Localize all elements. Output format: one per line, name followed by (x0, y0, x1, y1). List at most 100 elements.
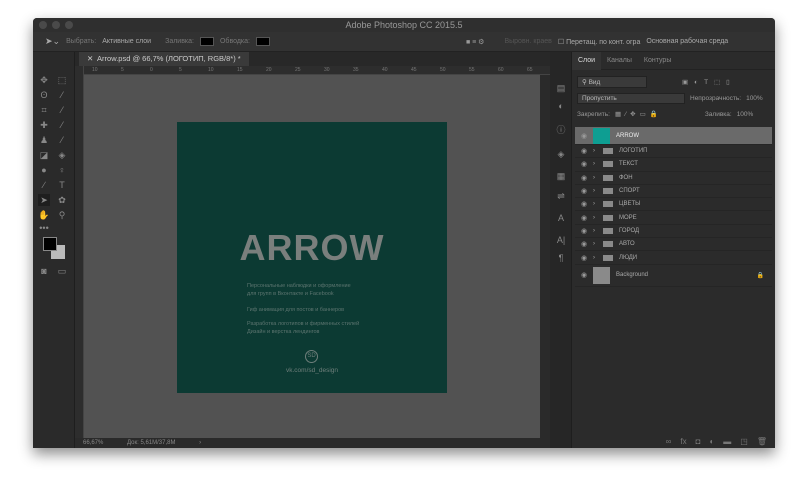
layer-group[interactable]: ◉ › АВТО (575, 238, 772, 252)
opacity-value[interactable]: 100% (746, 95, 763, 102)
layers-icon[interactable]: ◈ (555, 148, 567, 160)
layer-arrow[interactable]: ◉ ARROW (575, 127, 772, 145)
stamp-icon[interactable]: ♟ (38, 134, 50, 146)
select-dropdown[interactable]: Активные слои (102, 38, 151, 45)
history-brush-icon[interactable]: ⁄ (56, 134, 68, 146)
minimize-button[interactable] (52, 21, 60, 29)
eye-icon[interactable]: ◉ (575, 160, 593, 168)
shape-icon[interactable]: ✿ (56, 194, 68, 206)
layer-group[interactable]: ◉ › СПОРТ (575, 185, 772, 199)
expand-icon[interactable]: › (593, 201, 595, 207)
dodge-icon[interactable]: ♀ (56, 164, 68, 176)
expand-icon[interactable]: › (593, 188, 595, 194)
path-ops-icon[interactable]: ■ ≡ ⚙ (466, 38, 484, 46)
move-tool-icon[interactable]: ➤⌄ (45, 36, 60, 47)
pen-icon[interactable]: ∕ (38, 179, 50, 191)
expand-icon[interactable]: › (593, 241, 595, 247)
expand-icon[interactable]: › (593, 215, 595, 221)
zoom-button[interactable] (65, 21, 73, 29)
zoom-level[interactable]: 66,67% (83, 440, 103, 446)
magic-wand-icon[interactable]: ⁄ (56, 89, 68, 101)
fill-value[interactable]: 100% (737, 111, 754, 118)
expand-icon[interactable]: › (593, 255, 595, 261)
stroke-swatch[interactable] (255, 37, 270, 46)
hand-icon[interactable]: ✋ (38, 209, 50, 221)
drag-checkbox[interactable]: ☐ Перетащ. по конт. огра (558, 38, 640, 46)
blend-mode-select[interactable]: Пропустить (577, 92, 685, 104)
properties-icon[interactable]: ⇌ (555, 190, 567, 202)
eye-icon[interactable]: ◉ (575, 187, 593, 195)
layer-group[interactable]: ◉ › ЛЮДИ (575, 251, 772, 265)
eraser-icon[interactable]: ◪ (38, 149, 50, 161)
eye-icon[interactable]: ◉ (575, 214, 593, 222)
lock-icons[interactable]: ▦∕✥▭🔒 (615, 110, 662, 118)
layer-group[interactable]: ◉ › МОРЕ (575, 211, 772, 225)
zoom-icon[interactable]: ⚲ (56, 209, 68, 221)
layer-group[interactable]: ◉ › ЛОГОТИП (575, 145, 772, 159)
expand-icon[interactable]: › (593, 228, 595, 234)
history-icon[interactable]: ▤ (555, 82, 567, 94)
layer-group[interactable]: ◉ › ТЕКСТ (575, 158, 772, 172)
eye-icon[interactable]: ◉ (575, 227, 593, 235)
character-icon[interactable]: A (555, 212, 567, 224)
expand-icon[interactable]: › (593, 148, 595, 154)
eye-icon[interactable]: ◉ (575, 174, 593, 182)
mask-icon[interactable]: ◘ (696, 437, 701, 446)
paragraph-icon[interactable]: A| (555, 234, 567, 246)
align-edges-label[interactable]: Выровн. краев (504, 38, 551, 45)
fill-swatch[interactable] (199, 37, 214, 46)
eye-icon[interactable]: ◉ (575, 254, 593, 262)
layer-background[interactable]: ◉ Background 🔒 (575, 265, 772, 287)
info-icon[interactable]: ⓘ (555, 124, 567, 136)
filter-icons[interactable]: ▣◐T⬚▯ (682, 78, 736, 86)
marquee-icon[interactable]: ⬚ (56, 74, 68, 86)
brush-icon[interactable]: ⁄ (56, 119, 68, 131)
eye-icon[interactable]: ◉ (575, 240, 593, 248)
trash-icon[interactable]: 🗑 (757, 437, 767, 446)
bucket-icon[interactable]: ◈ (56, 149, 68, 161)
tab-layers[interactable]: Слои (572, 51, 602, 70)
new-layer-icon[interactable]: ◳ (740, 437, 748, 446)
adjustment-icon[interactable]: ◐ (709, 437, 714, 446)
foreground-color[interactable] (43, 237, 57, 251)
status-arrow-icon[interactable]: › (199, 440, 201, 446)
more-tools-icon[interactable]: ••• (38, 222, 50, 234)
tab-paths[interactable]: Контуры (638, 52, 677, 70)
folder-icon[interactable]: ▬ (723, 437, 731, 446)
eye-icon[interactable]: ◉ (575, 200, 593, 208)
tab-channels[interactable]: Каналы (601, 52, 638, 70)
quick-mask-icon[interactable]: ◙ (38, 265, 50, 277)
stroke-label: Обводка: (219, 38, 250, 45)
expand-icon[interactable]: › (593, 161, 595, 167)
workspace-select[interactable]: Основная рабочая среда (646, 38, 728, 45)
filter-select[interactable]: ⚲ Вид (577, 76, 647, 88)
expand-icon[interactable]: › (593, 175, 595, 181)
crop-icon[interactable]: ⌗ (38, 104, 50, 116)
canvas-area[interactable]: ARROW Персональные наблюдки и оформление… (84, 75, 540, 438)
layer-group[interactable]: ◉ › ГОРОД (575, 225, 772, 239)
type-icon[interactable]: T (56, 179, 68, 191)
link-icon[interactable]: ∞ (666, 437, 672, 446)
glyph-icon[interactable]: ¶ (555, 252, 567, 264)
healing-icon[interactable]: ✚ (38, 119, 50, 131)
blur-icon[interactable]: ● (38, 164, 50, 176)
layer-group[interactable]: ◉ › ЦВЕТЫ (575, 198, 772, 212)
layer-name: ФОН (619, 174, 633, 181)
window-title: Adobe Photoshop CC 2015.5 (345, 20, 463, 30)
document-tab[interactable]: ✕ Arrow.psd @ 66,7% (ЛОГОТИП, RGB/8*) * (79, 52, 249, 66)
eye-icon[interactable]: ◉ (575, 271, 593, 279)
color-icon[interactable]: ◐ (555, 100, 567, 112)
move-icon[interactable]: ✥ (38, 74, 50, 86)
lasso-icon[interactable]: ʘ (38, 89, 50, 101)
path-select-icon[interactable]: ➤ (38, 194, 50, 206)
fx-icon[interactable]: fx (680, 437, 686, 446)
eyedropper-icon[interactable]: ⁄ (56, 104, 68, 116)
screen-mode-icon[interactable]: ▭ (56, 265, 68, 277)
close-button[interactable] (39, 21, 47, 29)
layer-group[interactable]: ◉ › ФОН (575, 172, 772, 185)
ruler-tick: 5 (179, 67, 182, 73)
adjust-icon[interactable]: ▦ (555, 170, 567, 182)
eye-icon[interactable]: ◉ (575, 147, 593, 155)
vertical-scrollbar[interactable] (540, 75, 550, 438)
eye-icon[interactable]: ◉ (575, 132, 593, 140)
